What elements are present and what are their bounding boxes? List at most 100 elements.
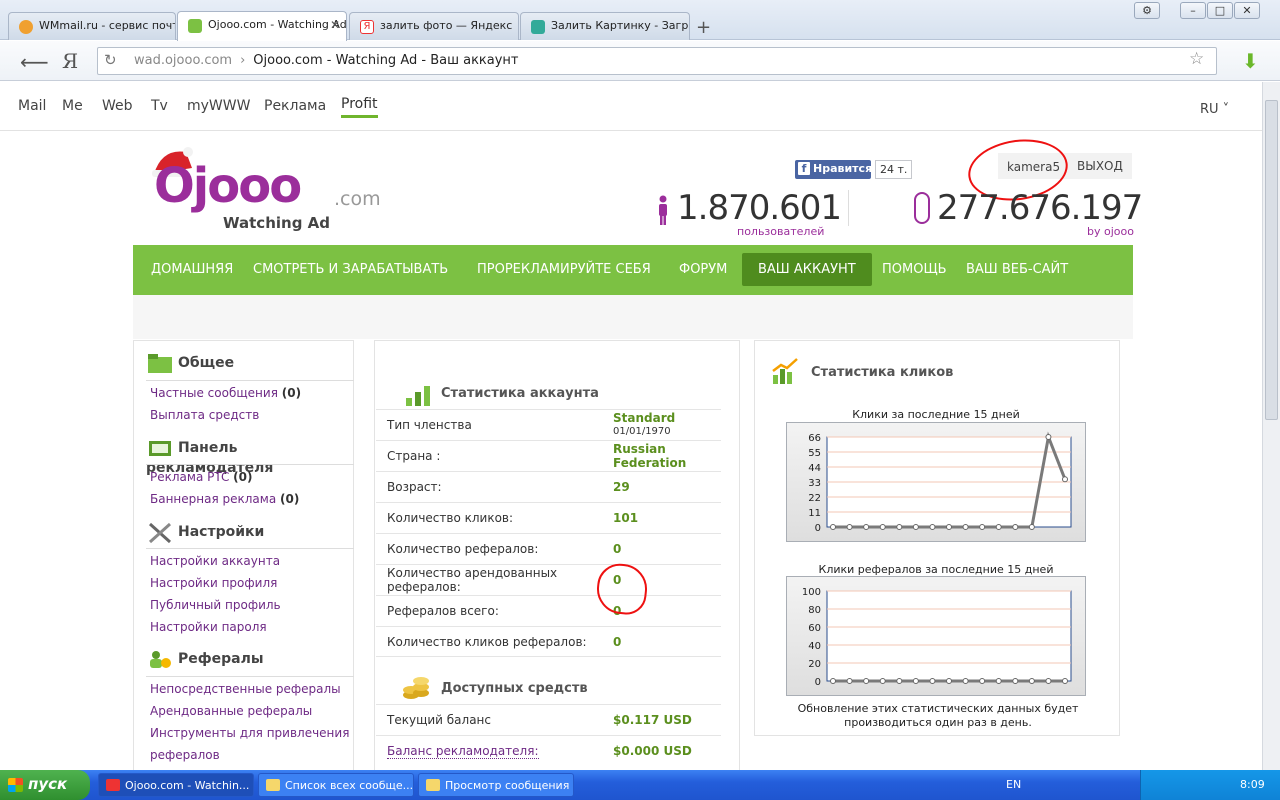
nav-home[interactable]: ДОМАШНЯЯ [151,262,233,277]
url-separator: › [240,53,246,68]
table-row: Количество кликов: 101 [376,502,721,533]
keyboard-language[interactable]: EN [1006,778,1021,791]
taskbar-button-ojooo[interactable]: Ojooo.com - Watchin... [98,773,254,797]
row-label: Количество кликов рефералов: [387,635,587,649]
envelope-icon [426,779,440,791]
row-subvalue: 01/01/1970 [613,426,671,437]
sidebar-item-referral-tools[interactable]: Инструменты для привлечения [150,726,349,740]
topnav-profit[interactable]: Profit [341,96,378,118]
sidebar-item-payout[interactable]: Выплата средств [150,408,259,422]
facebook-like-button[interactable]: f Нравится [795,160,872,179]
section-title: Настройки [178,524,265,540]
logout-link[interactable]: ВЫХОД [1077,159,1123,173]
sidebar-item-ptc-ads[interactable]: Реклама PTC (0) [150,470,253,484]
referrals-people-icon [150,651,171,668]
download-arrow-icon[interactable]: ⬇ [1242,49,1259,73]
section-divider [146,464,354,465]
plot-area [826,590,1072,682]
tab-upload[interactable]: Залить Картинку - Загр [520,12,690,40]
close-tab-icon[interactable]: ✕ [330,18,340,32]
scrollbar-thumb[interactable] [1265,100,1278,420]
sidebar-item-public-profile[interactable]: Публичный профиль [150,598,281,612]
vertical-scrollbar[interactable] [1262,82,1280,770]
taskbar-button-view-message[interactable]: Просмотр сообщения [418,773,574,797]
row-value-cont: Federation [613,456,687,470]
link-label: Частные сообщения [150,386,282,400]
taskbar-button-messages[interactable]: Список всех сообще... [258,773,414,797]
yandex-logo-icon[interactable]: Я [62,49,78,73]
tab-title: Ojooo.com - Watching Ad [208,18,347,31]
settings-icon[interactable]: ⚙ [1134,2,1160,19]
new-tab-icon[interactable]: + [696,17,711,38]
envelope-icon [266,779,280,791]
folder-icon [148,354,172,373]
topnav-reklama[interactable]: Реклама [264,98,326,114]
maximize-icon[interactable]: □ [1207,2,1233,19]
table-row: Количество кликов рефералов: 0 [376,626,721,657]
url-host: wad.ojooo.com [134,53,233,68]
y-tick-label: 55 [808,448,821,459]
back-arrow-icon[interactable]: ⟵ [20,50,49,74]
sidebar-item-referral-tools-cont[interactable]: рефералов [150,748,220,762]
reload-icon[interactable]: ↻ [104,51,117,69]
sidebar-item-password-settings[interactable]: Настройки пароля [150,620,267,634]
topnav-web[interactable]: Web [102,98,133,114]
y-tick-label: 66 [808,433,821,444]
table-row: Тип членства Standard 01/01/1970 [376,409,721,440]
tab-yandex[interactable]: Я залить фото — Яндекс [349,12,519,40]
clicks-stats-title: Статистика кликов [811,365,954,380]
tab-wmmail[interactable]: WMmail.ru - сервис почт [8,12,176,40]
language-selector[interactable]: RU ˅ [1200,102,1229,117]
topnav-mail[interactable]: Mail [18,98,46,114]
bookmark-star-icon[interactable]: ☆ [1189,49,1204,69]
nav-help[interactable]: ПОМОЩЬ [882,262,947,277]
data-point [879,678,886,684]
y-tick-label: 33 [808,478,821,489]
nav-website[interactable]: ВАШ ВЕБ-САЙТ [966,262,1068,277]
ojooo-logo[interactable]: Ojooo .com Watching Ad [148,144,388,234]
y-tick-label: 22 [808,493,821,504]
y-tick-label: 11 [808,508,821,519]
data-point [1062,678,1068,684]
facebook-icon: f [798,162,810,175]
topnav-mywww[interactable]: myWWW [187,98,250,114]
nav-forum[interactable]: ФОРУМ [679,262,727,277]
topnav-tv[interactable]: Tv [151,98,168,114]
data-point [830,524,836,530]
minimize-icon[interactable]: – [1180,2,1206,19]
section-title: Общее [178,355,235,371]
sidebar-item-direct-referrals[interactable]: Непосредственные рефералы [150,682,341,696]
sidebar-item-private-messages[interactable]: Частные сообщения (0) [150,386,301,400]
start-button[interactable]: пуск [0,770,90,800]
link-label: Реклама PTC [150,470,234,484]
sidebar-item-profile-settings[interactable]: Настройки профиля [150,576,277,590]
sidebar-section-referrals: Рефералы [146,647,264,671]
nav-advertise[interactable]: ПРОРЕКЛАМИРУЙТЕ СЕБЯ [477,262,651,277]
taskbar-button-label: Ojooo.com - Watchin... [125,779,250,792]
start-label: пуск [28,775,68,793]
nav-account[interactable]: ВАШ АККАУНТ [742,253,872,286]
tools-icon [148,522,172,544]
sidebar-item-banner-ads[interactable]: Баннерная реклама (0) [150,492,299,506]
data-point [979,678,986,684]
sidebar-section-settings: Настройки [146,520,264,544]
row-label: Тип членства [387,418,472,432]
chart-title: Клики рефералов за последние 15 дней [818,563,1054,576]
fb-like-count: 24 т. [875,160,913,179]
advertiser-balance-link[interactable]: Баланс рекламодателя: [387,744,539,759]
data-point [1062,476,1068,483]
y-tick-label: 20 [808,659,821,670]
close-window-icon[interactable]: ✕ [1234,2,1260,19]
section-divider [146,380,354,381]
sidebar-item-rented-referrals[interactable]: Арендованные рефералы [150,704,312,718]
data-point [946,678,952,684]
sidebar-item-account-settings[interactable]: Настройки аккаунта [150,554,280,568]
data-point [962,524,969,530]
tab-ojooo[interactable]: Ojooo.com - Watching Ad ✕ [177,11,347,41]
url-field[interactable]: wad.ojooo.com › Ojooo.com - Watching Ad - … [97,47,1217,75]
topnav-me[interactable]: Me [62,98,83,114]
account-stats-panel: Статистика аккаунта Тип членства Standar… [374,340,740,770]
row-label: Количество арендованных [387,566,558,580]
data-point [929,678,936,684]
nav-watch-earn[interactable]: СМОТРЕТЬ И ЗАРАБАТЫВАТЬ [253,262,448,277]
